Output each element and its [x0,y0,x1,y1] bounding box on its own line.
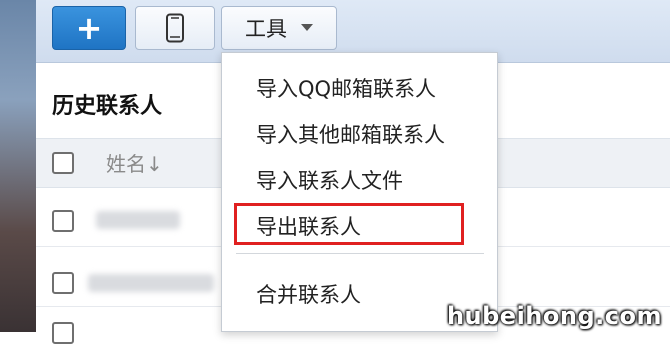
menu-item-merge-contacts[interactable]: 合并联系人 [256,279,361,309]
plus-icon: + [75,9,103,47]
tools-dropdown-menu: 导入QQ邮箱联系人 导入其他邮箱联系人 导入联系人文件 导出联系人 合并联系人 [221,52,498,332]
select-all-checkbox[interactable] [52,152,74,174]
mobile-phone-icon [166,13,184,43]
tools-menu-button[interactable]: 工具 [221,6,337,50]
redacted-contact-name [96,211,180,229]
watermark: hubeihong.com [446,302,662,330]
tools-label: 工具 [245,17,287,41]
redacted-contact-name [88,274,214,292]
row-checkbox[interactable] [52,272,74,294]
name-column-header[interactable]: 姓名↓ [106,148,163,177]
window-side-background [0,0,36,332]
caret-down-icon [301,24,313,31]
row-checkbox[interactable] [52,210,74,232]
menu-item-import-qq-mail[interactable]: 导入QQ邮箱联系人 [256,73,436,103]
menu-divider [236,253,484,254]
menu-item-import-file[interactable]: 导入联系人文件 [256,165,403,195]
add-contact-button[interactable]: + [52,6,126,50]
section-title: 历史联系人 [52,94,163,119]
mobile-sync-button[interactable] [135,6,215,50]
row-checkbox[interactable] [52,322,74,344]
menu-item-import-other-mail[interactable]: 导入其他邮箱联系人 [256,119,445,149]
menu-item-export-contacts[interactable]: 导出联系人 [256,211,361,241]
